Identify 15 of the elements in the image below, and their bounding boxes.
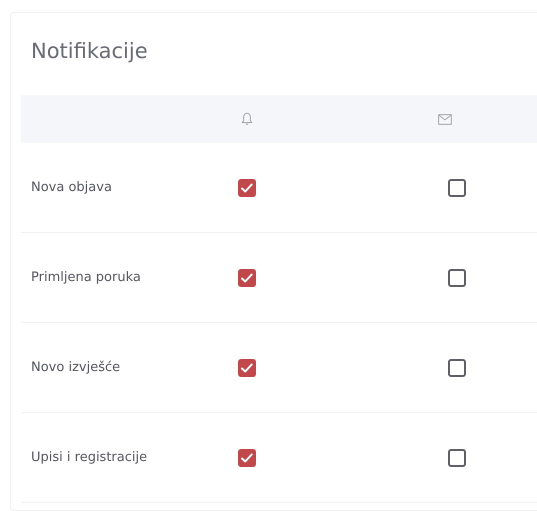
checkbox[interactable] <box>238 358 256 376</box>
checkbox[interactable] <box>448 448 466 466</box>
bell-icon <box>241 112 253 126</box>
row-label: Nova objava <box>30 180 112 195</box>
checkbox[interactable] <box>238 268 256 286</box>
envelope-icon <box>438 114 452 124</box>
checkbox[interactable] <box>448 178 466 196</box>
row-label: Primljena poruka <box>30 270 141 285</box>
row-label: Upisi i registracije <box>30 450 148 465</box>
checkbox[interactable] <box>238 448 256 466</box>
row-label: Novo izvješće <box>30 360 120 375</box>
checkbox[interactable] <box>448 268 466 286</box>
checkbox[interactable] <box>448 358 466 376</box>
checkbox[interactable] <box>238 178 256 196</box>
card-title: Notifikacije <box>30 38 149 65</box>
